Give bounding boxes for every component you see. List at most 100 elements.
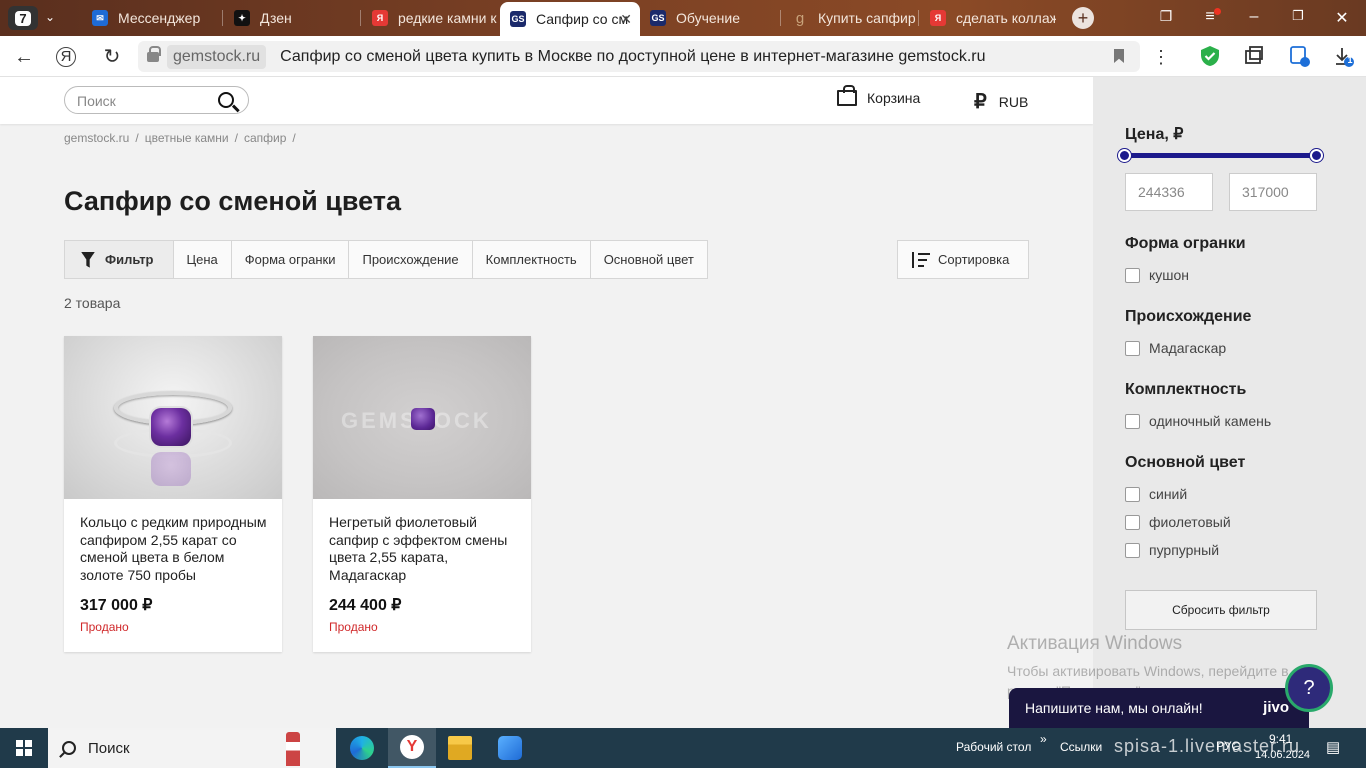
extension-icon[interactable] (1243, 45, 1265, 67)
shield-icon[interactable] (1199, 45, 1221, 67)
download-badge: 1 (1347, 55, 1353, 65)
tab-title: редкие камни к (398, 10, 497, 26)
desktop-toolbar[interactable]: Рабочий стол (956, 740, 1031, 754)
price-min-handle[interactable] (1118, 149, 1131, 162)
product-image-loose-stone[interactable]: GEMSTOCK (313, 336, 531, 499)
breadcrumb-colored-stones[interactable]: цветные камни (145, 131, 229, 145)
product-name[interactable]: Кольцо с редким природным сапфиром 2,55 … (80, 514, 270, 584)
price-max-input[interactable] (1229, 173, 1317, 211)
funnel-icon (81, 251, 95, 268)
reload-icon[interactable]: ↻ (100, 45, 124, 69)
breadcrumb: gemstock.ru / цветные камни / сапфир / (64, 131, 302, 145)
search-box (64, 86, 249, 114)
option-purple[interactable]: пурпурный (1125, 542, 1219, 558)
sort-button[interactable]: Сортировка (897, 240, 1029, 279)
windows-taskbar: Поиск Y Рабочий стол » Ссылки spisa-1.li… (0, 728, 1366, 768)
collections-icon[interactable]: ❐ (1156, 8, 1176, 25)
chevron-down-icon[interactable]: ⌄ (40, 10, 60, 26)
price-range-track[interactable] (1125, 153, 1317, 158)
filter-chip-origin[interactable]: Происхождение (349, 241, 473, 278)
price-min-input[interactable] (1125, 173, 1213, 211)
yandex-browser-icon[interactable]: Y (388, 728, 436, 768)
back-arrow-icon[interactable]: ← (12, 45, 36, 69)
search-input[interactable] (77, 91, 207, 111)
filter-chip-price[interactable]: Цена (173, 241, 232, 278)
tab-title: Мессенджер (118, 10, 201, 26)
tab-title: Дзен (260, 10, 292, 26)
checkbox[interactable] (1125, 340, 1140, 356)
checkbox[interactable] (1125, 514, 1140, 530)
windows-logo-icon (16, 740, 32, 756)
bookmark-icon[interactable] (1114, 49, 1124, 63)
product-image-ring[interactable] (64, 336, 282, 499)
option-single-stone[interactable]: одиночный камень (1125, 413, 1271, 429)
yandex-logo-icon[interactable]: Я (56, 47, 76, 67)
chat-widget[interactable]: Напишите нам, мы онлайн! jivo (1009, 688, 1309, 728)
tab-sapphire-active[interactable]: GS Сапфир со см ✕ (500, 2, 640, 36)
tab-collage[interactable]: Я сделать коллаж (920, 2, 1056, 34)
tab-counter-button[interactable]: 7 (8, 6, 38, 30)
reset-filter-button[interactable]: Сбросить фильтр (1125, 590, 1317, 630)
tab-learning[interactable]: GS Обучение (640, 2, 780, 34)
tab-dzen[interactable]: ✦ Дзен (224, 2, 364, 34)
product-name[interactable]: Негретый фиолетовый сапфир с эффектом см… (329, 514, 519, 584)
breadcrumb-sapphire[interactable]: сапфир (244, 131, 286, 145)
filter-toggle-button[interactable]: Фильтр (65, 241, 174, 278)
url-page-title: Сапфир со сменой цвета купить в Москве п… (280, 47, 986, 65)
download-icon[interactable]: 1 (1333, 45, 1355, 67)
sort-icon (910, 251, 930, 268)
product-count: 2 товара (64, 295, 121, 311)
close-window-icon[interactable]: ✕ (1332, 8, 1352, 28)
messenger-icon: ✉ (92, 10, 108, 26)
checkbox[interactable] (1125, 267, 1140, 283)
help-chat-icon[interactable]: ? (1285, 664, 1333, 712)
gemstock-icon: GS (510, 11, 526, 27)
product-card[interactable]: Кольцо с редким природным сапфиром 2,55 … (64, 336, 282, 652)
translate-extension-icon[interactable] (1289, 45, 1311, 67)
cart-link[interactable]: Корзина (837, 85, 920, 106)
file-explorer-icon[interactable] (436, 728, 484, 768)
tab-title: Купить сапфир (818, 10, 916, 26)
photos-app-icon[interactable] (486, 728, 534, 768)
search-icon (62, 741, 76, 755)
filter-chip-cut-shape[interactable]: Форма огранки (231, 241, 350, 278)
checkbox[interactable] (1125, 413, 1140, 429)
new-tab-button[interactable]: + (1072, 7, 1094, 29)
minimize-icon[interactable]: – (1244, 8, 1264, 26)
currency-label: RUB (998, 93, 1029, 110)
restore-icon[interactable]: ❐ (1288, 8, 1308, 24)
cut-shape-title: Форма огранки (1125, 235, 1246, 252)
filter-chip-main-color[interactable]: Основной цвет (590, 241, 707, 278)
tab-buy-sapphire[interactable]: g Купить сапфир (782, 2, 918, 34)
clock-time[interactable]: 9:41 (1269, 732, 1292, 746)
filter-chip-set-type[interactable]: Комплектность (472, 241, 591, 278)
checkbox[interactable] (1125, 486, 1140, 502)
option-violet[interactable]: фиолетовый (1125, 514, 1231, 530)
language-indicator[interactable]: РУС (1216, 739, 1240, 753)
breadcrumb-home[interactable]: gemstock.ru (64, 131, 129, 145)
links-toolbar[interactable]: Ссылки (1060, 740, 1102, 754)
notifications-icon[interactable]: ▤ (1326, 738, 1340, 756)
close-icon[interactable]: ✕ (620, 11, 632, 28)
more-vertical-icon[interactable]: ⋮ (1149, 45, 1173, 69)
price-max-handle[interactable] (1310, 149, 1323, 162)
option-blue[interactable]: синий (1125, 486, 1187, 502)
url-field[interactable]: gemstock.ru Сапфир со сменой цвета купит… (138, 41, 1140, 72)
option-cushion[interactable]: кушон (1125, 267, 1189, 283)
g-icon: g (795, 9, 805, 27)
checkbox[interactable] (1125, 542, 1140, 558)
edge-icon[interactable] (338, 728, 386, 768)
currency-selector[interactable]: ₽ RUB (974, 89, 1028, 114)
option-madagascar[interactable]: Мадагаскар (1125, 340, 1226, 356)
tab-rare-stones[interactable]: Я редкие камни к (362, 2, 498, 34)
filter-bar: Фильтр Цена Форма огранки Происхождение … (64, 240, 708, 279)
set-type-title: Комплектность (1125, 381, 1247, 398)
search-icon[interactable] (218, 92, 234, 108)
start-button[interactable] (0, 728, 48, 768)
product-card[interactable]: GEMSTOCK Негретый фиолетовый сапфир с эф… (313, 336, 531, 652)
breadcrumb-separator: / (135, 131, 139, 145)
chevron-right-icon[interactable]: » (1040, 732, 1047, 746)
tab-messenger[interactable]: ✉ Мессенджер (82, 2, 222, 34)
menu-icon[interactable]: ≡ (1200, 8, 1221, 26)
clock-date[interactable]: 14.06.2024 (1255, 749, 1310, 761)
